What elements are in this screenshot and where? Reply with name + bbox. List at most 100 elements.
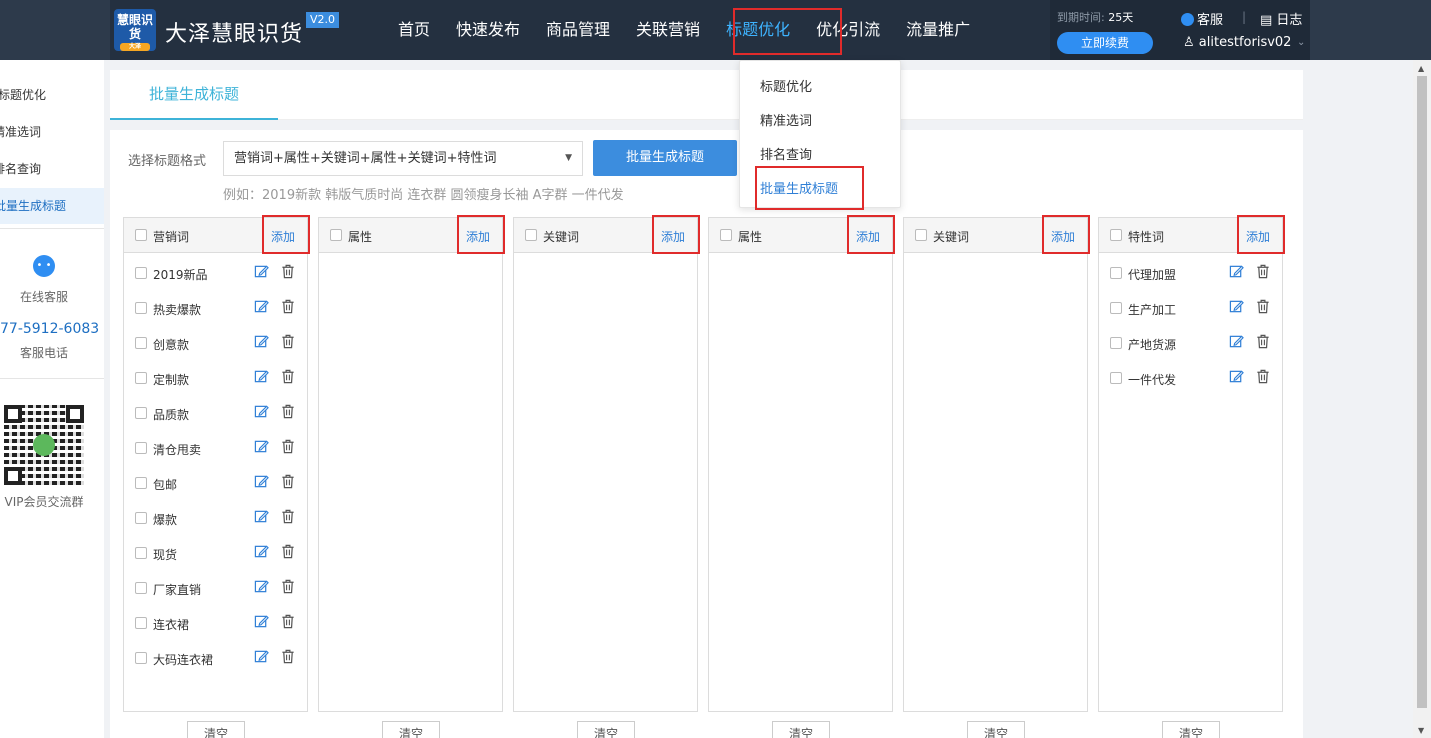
trash-icon[interactable] (281, 579, 295, 594)
clear-button[interactable]: 清空 (967, 721, 1025, 738)
word-checkbox[interactable] (135, 267, 147, 279)
word-checkbox[interactable] (135, 512, 147, 524)
clear-button[interactable]: 清空 (382, 721, 440, 738)
trash-icon[interactable] (281, 369, 295, 384)
nav-product-management[interactable]: 商品管理 (533, 0, 623, 60)
username: alitestforisv02 (1198, 35, 1292, 50)
word-checkbox[interactable] (1110, 372, 1122, 384)
column-title: 特性词 (1128, 230, 1165, 244)
word-checkbox[interactable] (135, 582, 147, 594)
title-format-select[interactable]: 营销词+属性+关键词+属性+关键词+特性词 ▼ (223, 141, 583, 176)
word-label: 创意款 (153, 338, 190, 352)
expire-value: 25天 (1108, 11, 1134, 24)
edit-icon[interactable] (254, 404, 269, 419)
trash-icon[interactable] (1256, 299, 1270, 314)
nav-traffic-promotion[interactable]: 流量推广 (893, 0, 983, 60)
clear-button[interactable]: 清空 (577, 721, 635, 738)
user-menu[interactable]: ♙ alitestforisv02 (1183, 35, 1291, 50)
clear-button[interactable]: 清空 (187, 721, 245, 738)
word-checkbox[interactable] (135, 302, 147, 314)
select-all-checkbox[interactable] (330, 229, 342, 241)
word-checkbox[interactable] (135, 372, 147, 384)
chevron-down-icon[interactable]: ⌄ (1297, 37, 1305, 48)
word-checkbox[interactable] (135, 477, 147, 489)
word-checkbox[interactable] (135, 442, 147, 454)
clear-button[interactable]: 清空 (772, 721, 830, 738)
online-service-label[interactable]: 在线客服 (0, 288, 88, 305)
service-icon (1181, 13, 1194, 26)
edit-icon[interactable] (254, 264, 269, 279)
sidebar-item-batch-title[interactable]: 批量生成标题 (0, 188, 110, 224)
trash-icon[interactable] (281, 544, 295, 559)
edit-icon[interactable] (254, 369, 269, 384)
sidebar-item-title-optimization[interactable]: 标题优化 (0, 77, 108, 113)
edit-icon[interactable] (254, 299, 269, 314)
add-highlight-box (1042, 215, 1090, 254)
section-divider (110, 120, 1303, 130)
word-checkbox[interactable] (135, 652, 147, 664)
nav-related-marketing[interactable]: 关联营销 (623, 0, 713, 60)
column-title: 关键词 (933, 230, 970, 244)
nav-quick-publish[interactable]: 快速发布 (443, 0, 533, 60)
edit-icon[interactable] (1229, 369, 1244, 384)
nav-highlight-box (733, 8, 842, 55)
edit-icon[interactable] (254, 544, 269, 559)
scrollbar-thumb[interactable] (1417, 76, 1427, 708)
trash-icon[interactable] (281, 649, 295, 664)
page-scrollbar[interactable]: ▲ ▼ (1413, 60, 1431, 738)
word-row: 现货 (124, 542, 307, 577)
renew-button[interactable]: 立即续费 (1057, 32, 1153, 54)
trash-icon[interactable] (281, 299, 295, 314)
trash-icon[interactable] (281, 439, 295, 454)
edit-icon[interactable] (254, 509, 269, 524)
sidebar-item-precise-words[interactable]: 精准选词 (0, 114, 103, 150)
chat-bot-icon[interactable]: • • (33, 255, 55, 277)
dropdown-item-precise-words[interactable]: 精准选词 (760, 110, 812, 129)
edit-icon[interactable] (254, 579, 269, 594)
trash-icon[interactable] (281, 334, 295, 349)
select-all-checkbox[interactable] (525, 229, 537, 241)
service-label: 客服 (1197, 13, 1224, 28)
log-link[interactable]: ▤ 日志 (1260, 9, 1302, 28)
nav-home[interactable]: 首页 (385, 0, 443, 60)
word-checkbox[interactable] (1110, 267, 1122, 279)
edit-icon[interactable] (1229, 299, 1244, 314)
word-checkbox[interactable] (135, 547, 147, 559)
select-all-checkbox[interactable] (1110, 229, 1122, 241)
service-link[interactable]: 客服 (1181, 9, 1223, 28)
select-all-checkbox[interactable] (915, 229, 927, 241)
word-checkbox[interactable] (1110, 302, 1122, 314)
scroll-down-arrow-icon[interactable]: ▼ (1418, 726, 1424, 735)
scroll-up-arrow-icon[interactable]: ▲ (1418, 64, 1424, 73)
wechat-icon (33, 434, 55, 456)
edit-icon[interactable] (1229, 264, 1244, 279)
sidebar-item-rank-query[interactable]: 排名查询 (0, 151, 103, 187)
word-checkbox[interactable] (135, 407, 147, 419)
edit-icon[interactable] (254, 474, 269, 489)
edit-icon[interactable] (1229, 334, 1244, 349)
trash-icon[interactable] (281, 404, 295, 419)
edit-icon[interactable] (254, 649, 269, 664)
select-all-checkbox[interactable] (135, 229, 147, 241)
app-logo[interactable]: 慧眼识货 大泽 (114, 9, 156, 51)
trash-icon[interactable] (281, 474, 295, 489)
word-checkbox[interactable] (135, 617, 147, 629)
tab-batch-title[interactable]: 批量生成标题 (110, 70, 278, 120)
clear-button[interactable]: 清空 (1162, 721, 1220, 738)
trash-icon[interactable] (1256, 334, 1270, 349)
edit-icon[interactable] (254, 439, 269, 454)
edit-icon[interactable] (254, 614, 269, 629)
trash-icon[interactable] (281, 264, 295, 279)
column-header: 属性 添加 (319, 215, 505, 254)
trash-icon[interactable] (1256, 264, 1270, 279)
dropdown-item-title-optimization[interactable]: 标题优化 (760, 76, 812, 95)
trash-icon[interactable] (281, 614, 295, 629)
edit-icon[interactable] (254, 334, 269, 349)
dropdown-item-rank-query[interactable]: 排名查询 (760, 144, 812, 163)
trash-icon[interactable] (281, 509, 295, 524)
word-checkbox[interactable] (135, 337, 147, 349)
select-all-checkbox[interactable] (720, 229, 732, 241)
word-checkbox[interactable] (1110, 337, 1122, 349)
generate-titles-button[interactable]: 批量生成标题 (593, 140, 737, 176)
trash-icon[interactable] (1256, 369, 1270, 384)
